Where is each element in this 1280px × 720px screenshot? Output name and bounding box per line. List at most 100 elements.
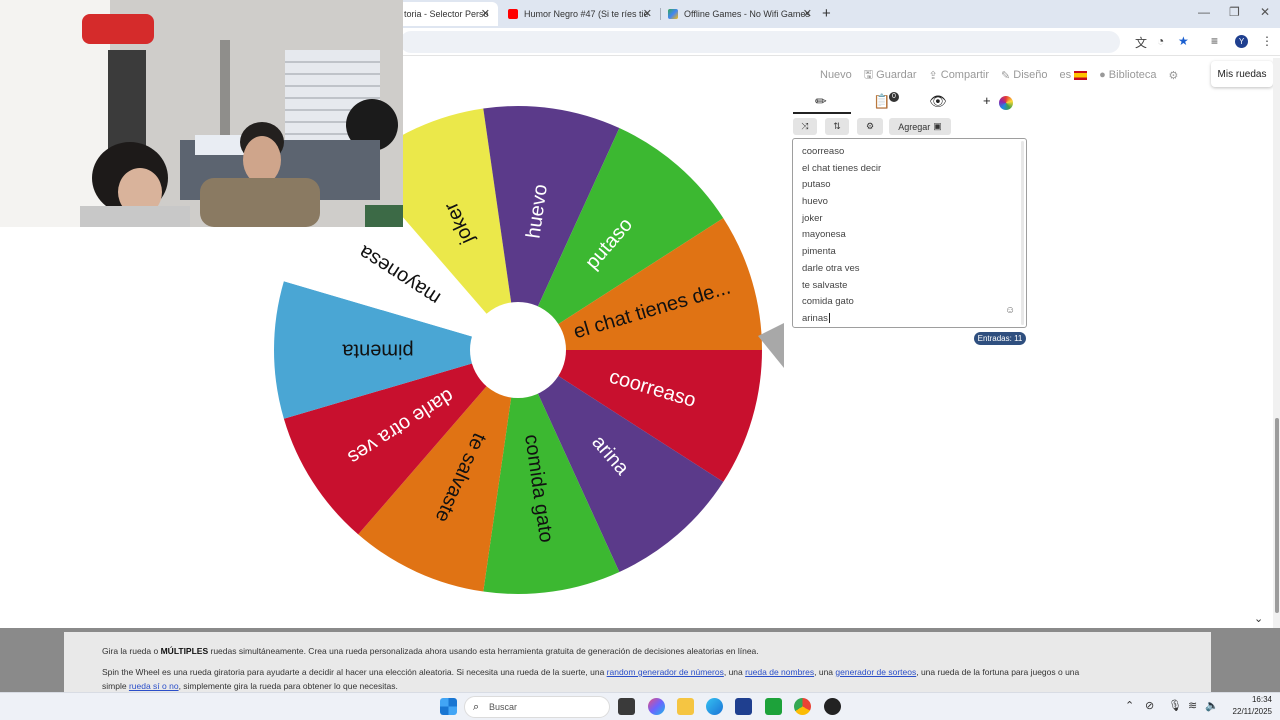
library-button[interactable]: ● Biblioteca	[1099, 69, 1156, 81]
chrome-icon[interactable]	[794, 698, 811, 715]
advanced-button[interactable]: ⚙	[857, 118, 883, 135]
entry-label: comida gato	[802, 296, 854, 308]
entries-scrollbar[interactable]	[1021, 141, 1024, 325]
wheel-center-hub[interactable]	[470, 302, 566, 398]
restore-icon[interactable]: ❐	[1229, 5, 1240, 19]
app-icon[interactable]	[824, 698, 841, 715]
add-image-label: Agregar	[898, 121, 931, 132]
tab-label: Humor Negro #47 (Si te ríes tie	[524, 9, 649, 19]
info-line-1: Gira la rueda o MÚLTIPLES ruedas simultá…	[102, 646, 759, 656]
entry-item[interactable]: darle otra ves	[802, 261, 1002, 278]
entry-item[interactable]: te salvaste	[802, 278, 1002, 295]
entry-label: darle otra ves	[802, 262, 860, 274]
entry-label: putaso	[802, 179, 831, 191]
profile-avatar[interactable]: Y	[1235, 35, 1248, 48]
address-bar[interactable]	[400, 31, 1120, 53]
my-wheels-button[interactable]: Mis ruedas	[1211, 61, 1273, 87]
sort-icon: ⇅	[833, 121, 841, 131]
store-icon[interactable]	[735, 698, 752, 715]
entry-item[interactable]: coorreaso	[802, 144, 1002, 161]
language-button[interactable]: es	[1060, 69, 1088, 81]
microphone-icon[interactable]: 🎙	[1168, 699, 1182, 712]
share-button[interactable]: ⇪ Compartir	[929, 69, 990, 82]
library-label: Biblioteca	[1108, 69, 1157, 81]
new-button[interactable]: Nuevo	[820, 69, 852, 81]
entries-count-badge: Entradas: 11	[974, 332, 1026, 345]
sort-button[interactable]: ⇅	[825, 118, 849, 135]
file-explorer-icon[interactable]	[677, 698, 694, 715]
raffle-generator-link[interactable]: generador de sorteos	[835, 667, 916, 677]
minimize-icon[interactable]: —	[1198, 5, 1210, 19]
copilot-icon[interactable]	[648, 698, 665, 715]
task-view-icon[interactable]	[618, 698, 635, 715]
share-icon: ⇪	[928, 69, 938, 82]
design-button[interactable]: ✎ Diseño	[1001, 69, 1047, 82]
page-scrollbar-thumb[interactable]	[1275, 418, 1279, 613]
add-image-button[interactable]: Agregar ▣	[889, 118, 951, 135]
close-icon[interactable]: ✕	[481, 7, 490, 20]
random-number-link[interactable]: random generador de números	[607, 667, 724, 677]
save-button[interactable]: 🖫 Guardar	[864, 66, 917, 85]
wifi-icon[interactable]: ≋	[1188, 699, 1197, 712]
add-icon[interactable]: +	[983, 93, 991, 108]
chevron-down-icon[interactable]: ⌄	[1254, 612, 1263, 625]
emoji-icon[interactable]: ☺	[1005, 305, 1015, 316]
performance-icon[interactable]: ◔	[1157, 34, 1164, 48]
entry-label: te salvaste	[802, 279, 848, 291]
entries-textarea[interactable]: coorreaso el chat tienes decir putaso huevo…	[792, 138, 1027, 328]
bookmark-star-icon[interactable]: ★	[1178, 34, 1189, 48]
info-text: , una	[814, 667, 836, 677]
info-card: Gira la rueda o MÚLTIPLES ruedas simultá…	[64, 632, 1211, 692]
entry-item[interactable]: joker	[802, 211, 1002, 228]
webcam-video	[0, 0, 403, 227]
close-icon[interactable]: ✕	[643, 7, 652, 20]
pencil-icon: ✎	[1001, 69, 1011, 82]
reading-list-icon[interactable]: ≡	[1211, 34, 1218, 48]
hide-eye-icon[interactable]: 👁	[929, 93, 947, 110]
kebab-menu-icon[interactable]: ⋮	[1261, 34, 1273, 48]
entry-item[interactable]: huevo	[802, 194, 1002, 211]
tab-humor-negro[interactable]: Humor Negro #47 (Si te ríes tie ✕	[500, 2, 660, 26]
entry-label: el chat tienes decir	[802, 162, 882, 174]
color-wheel-icon[interactable]	[999, 96, 1013, 110]
yes-no-wheel-link[interactable]: rueda sí o no	[129, 681, 179, 691]
entries-list[interactable]: coorreaso el chat tienes decir putaso huevo…	[802, 144, 1002, 328]
volume-icon[interactable]: 🔈	[1205, 699, 1219, 712]
edge-icon[interactable]	[706, 698, 723, 715]
pencil-icon[interactable]: ✏	[815, 93, 827, 110]
taskbar-search[interactable]: ⌕ Buscar	[464, 696, 610, 718]
vpn-icon[interactable]: ⊘	[1145, 699, 1154, 712]
gear-icon: ⚙	[865, 121, 875, 131]
globe-icon: ●	[1099, 69, 1106, 81]
tab-offline-games[interactable]: Offline Games - No Wifi Games ✕	[660, 2, 820, 26]
entry-label: joker	[802, 212, 823, 224]
shuffle-button[interactable]: ⤨	[793, 118, 817, 135]
close-icon[interactable]: ✕	[803, 7, 812, 20]
tab-wheel-selector[interactable]: toria - Selector Perso ✕	[396, 2, 498, 26]
translate-icon[interactable]: 文	[1135, 34, 1147, 51]
editor-tabs: ✏ 📋 0 👁 +	[793, 90, 1027, 114]
name-wheel-link[interactable]: rueda de nombres	[745, 667, 814, 677]
clipboard-icon[interactable]: 📋	[873, 93, 890, 110]
xbox-icon[interactable]	[765, 698, 782, 715]
close-window-icon[interactable]: ✕	[1260, 5, 1270, 19]
info-bold: MÚLTIPLES	[160, 646, 209, 656]
system-clock[interactable]: 16:34 22/11/2025	[1224, 694, 1272, 718]
entry-item[interactable]: putaso	[802, 177, 1002, 194]
settings-button[interactable]: ⚙	[1169, 69, 1179, 82]
entry-item[interactable]: comida gato	[802, 294, 1002, 311]
entry-item[interactable]: mayonesa	[802, 227, 1002, 244]
windows-taskbar: ⌕ Buscar ⌃ ⊘ 🎙 ≋ 🔈 16:34 22/11/2025	[0, 692, 1280, 720]
entry-item[interactable]: el chat tienes decir	[802, 161, 1002, 178]
youtube-icon	[508, 9, 518, 19]
play-store-icon	[668, 9, 678, 19]
entry-item[interactable]: pimenta	[802, 244, 1002, 261]
search-placeholder: Buscar	[489, 702, 518, 712]
entry-label: arinas	[802, 312, 828, 324]
info-text: , una	[723, 667, 746, 677]
entry-item[interactable]: arinas	[802, 311, 1002, 328]
chevron-up-icon[interactable]: ⌃	[1125, 699, 1134, 712]
windows-start-icon[interactable]	[440, 698, 457, 715]
new-tab-button[interactable]: +	[822, 5, 831, 22]
info-text: Spin the Wheel es una rueda giratoria pa…	[102, 667, 607, 677]
